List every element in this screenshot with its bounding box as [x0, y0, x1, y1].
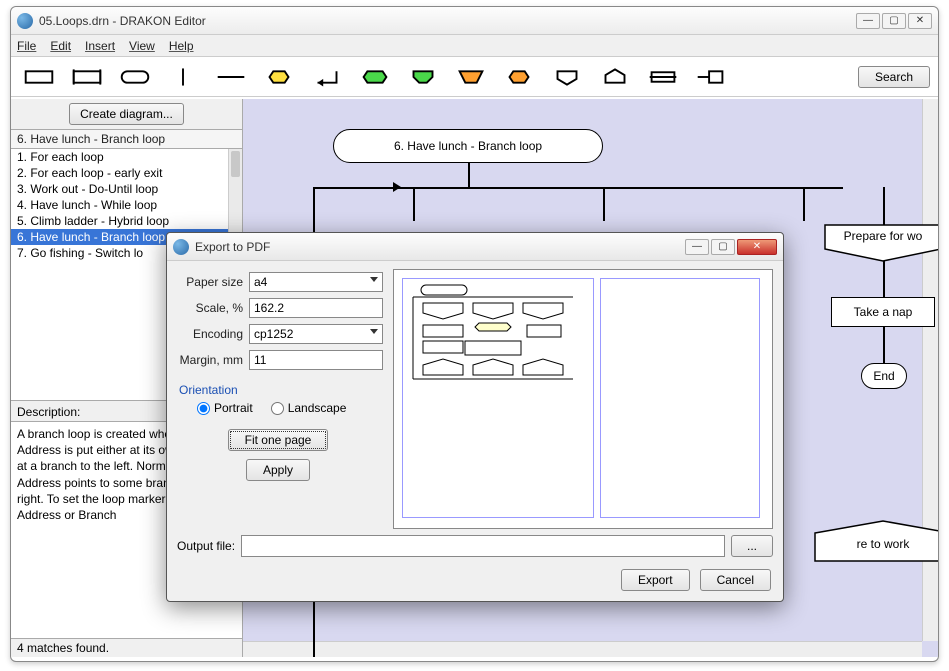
- list-item[interactable]: 5. Climb ladder - Hybrid loop: [11, 213, 242, 229]
- orientation-label: Orientation: [179, 383, 377, 397]
- margin-input[interactable]: 11: [249, 350, 383, 370]
- preview-page-1: [402, 278, 594, 518]
- tool-shelf-icon[interactable]: [643, 64, 683, 90]
- output-file-input[interactable]: [241, 535, 725, 557]
- paper-size-select[interactable]: a4: [249, 272, 383, 292]
- dialog-app-icon: [173, 239, 189, 255]
- menu-view[interactable]: View: [129, 39, 155, 53]
- window-title: 05.Loops.drn - DRAKON Editor: [39, 14, 856, 28]
- apply-button[interactable]: Apply: [246, 459, 310, 481]
- list-item[interactable]: 1. For each loop: [11, 149, 242, 165]
- dropdown-caret-icon: [370, 277, 378, 282]
- tool-horizontal-icon[interactable]: [211, 64, 251, 90]
- export-button[interactable]: Export: [621, 569, 690, 591]
- menu-file[interactable]: File: [17, 39, 36, 53]
- dropdown-caret-icon: [370, 329, 378, 334]
- branch-node-prepare-label: Prepare for wo: [829, 229, 937, 243]
- browse-button[interactable]: ...: [731, 535, 773, 557]
- main-titlebar: 05.Loops.drn - DRAKON Editor — ▢ ✕: [11, 7, 938, 35]
- scale-label: Scale, %: [173, 301, 249, 315]
- end-node[interactable]: End: [861, 363, 907, 389]
- search-button[interactable]: Search: [858, 66, 930, 88]
- close-button[interactable]: ✕: [908, 13, 932, 29]
- tool-arrow-icon[interactable]: [307, 64, 347, 90]
- fit-one-page-button[interactable]: Fit one page: [228, 429, 329, 451]
- tool-action-icon[interactable]: [19, 64, 59, 90]
- dialog-close-button[interactable]: ✕: [737, 239, 777, 255]
- encoding-select[interactable]: cp1252: [249, 324, 383, 344]
- portrait-radio[interactable]: Portrait: [197, 401, 253, 415]
- diagram-header: 6. Have lunch - Branch loop: [11, 129, 242, 149]
- menu-edit[interactable]: Edit: [50, 39, 71, 53]
- tool-branch-icon[interactable]: [547, 64, 587, 90]
- app-icon: [17, 13, 33, 29]
- pdf-preview: [393, 269, 773, 529]
- output-file-label: Output file:: [177, 539, 235, 553]
- address-node-return-label: re to work: [819, 537, 938, 551]
- tool-insertion-icon[interactable]: [67, 64, 107, 90]
- canvas-scroll-horizontal[interactable]: [243, 641, 922, 657]
- tool-terminator-icon[interactable]: [115, 64, 155, 90]
- export-pdf-dialog: Export to PDF — ▢ ✕ Paper size a4 Scale,…: [166, 232, 784, 602]
- margin-label: Margin, mm: [173, 353, 249, 367]
- tool-select-icon[interactable]: [499, 64, 539, 90]
- encoding-label: Encoding: [173, 327, 249, 341]
- diagram-title-node[interactable]: 6. Have lunch - Branch loop: [333, 129, 603, 163]
- menu-insert[interactable]: Insert: [85, 39, 115, 53]
- dialog-title: Export to PDF: [195, 240, 685, 254]
- scale-input[interactable]: 162.2: [249, 298, 383, 318]
- tool-vertical-icon[interactable]: [163, 64, 203, 90]
- minimize-button[interactable]: —: [856, 13, 880, 29]
- tool-address-icon[interactable]: [595, 64, 635, 90]
- create-diagram-button[interactable]: Create diagram...: [69, 103, 184, 125]
- list-item[interactable]: 2. For each loop - early exit: [11, 165, 242, 181]
- action-take-nap[interactable]: Take a nap: [831, 297, 935, 327]
- tool-question-icon[interactable]: [259, 64, 299, 90]
- list-item[interactable]: 4. Have lunch - While loop: [11, 197, 242, 213]
- dialog-minimize-button[interactable]: —: [685, 239, 709, 255]
- landscape-radio[interactable]: Landscape: [271, 401, 347, 415]
- dialog-titlebar: Export to PDF — ▢ ✕: [167, 233, 783, 261]
- preview-page-2: [600, 278, 760, 518]
- toolbar: Search: [11, 57, 938, 97]
- tool-loop-end-icon[interactable]: [403, 64, 443, 90]
- dialog-maximize-button[interactable]: ▢: [711, 239, 735, 255]
- tool-loop-begin-icon[interactable]: [355, 64, 395, 90]
- tool-case-icon[interactable]: [451, 64, 491, 90]
- paper-size-label: Paper size: [173, 275, 249, 289]
- tool-params-icon[interactable]: [691, 64, 731, 90]
- list-item[interactable]: 3. Work out - Do-Until loop: [11, 181, 242, 197]
- maximize-button[interactable]: ▢: [882, 13, 906, 29]
- cancel-button[interactable]: Cancel: [700, 569, 771, 591]
- menubar: File Edit Insert View Help: [11, 35, 938, 57]
- menu-help[interactable]: Help: [169, 39, 194, 53]
- status-bar: 4 matches found.: [11, 638, 242, 657]
